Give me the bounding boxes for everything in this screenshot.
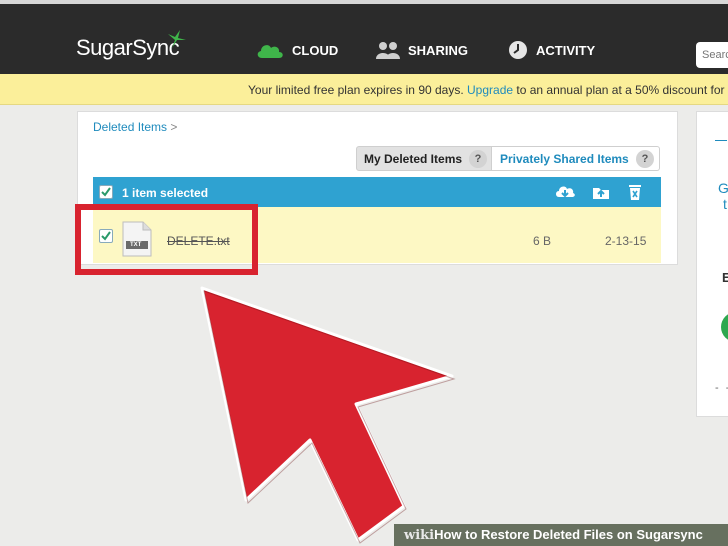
right-side-panel: G t E - - [696, 111, 728, 417]
file-size: 6 B [533, 234, 552, 248]
breadcrumb-separator: > [170, 120, 178, 134]
upgrade-link[interactable]: Upgrade [467, 83, 513, 97]
nav-cloud[interactable]: CLOUD [256, 40, 338, 60]
selection-toolbar: 1 item selected [93, 177, 661, 207]
search-input[interactable] [696, 42, 728, 68]
watermark-how: How [434, 527, 462, 542]
breadcrumb-deleted-items[interactable]: Deleted Items [93, 120, 167, 134]
side-heading-fragment: G [718, 180, 728, 196]
red-highlight-box [75, 204, 258, 275]
selection-count-label: 1 item selected [122, 186, 209, 200]
delete-forever-icon[interactable] [625, 183, 645, 201]
nav-activity[interactable]: ACTIVITY [508, 40, 595, 60]
banner-text-before: Your limited free plan expires in 90 day… [248, 83, 468, 97]
people-icon [376, 42, 400, 59]
tab-privately-shared-items-label: Privately Shared Items [500, 151, 629, 166]
file-date: 2-13-15 [605, 234, 647, 248]
side-text-fragment: E [722, 270, 728, 285]
restore-folder-icon[interactable] [591, 183, 611, 201]
plan-expiry-banner: Your limited free plan expires in 90 day… [0, 74, 728, 105]
watermark-wiki: wiki [404, 528, 435, 543]
top-navigation-bar: SugarSync CLOUD SHARING ACTIVITY [0, 0, 728, 74]
banner-text-after: to an annual plan at a 50% discount for … [516, 83, 728, 97]
hummingbird-logo-icon [168, 30, 186, 48]
watermark-title: to Restore Deleted Files on Sugarsync [461, 527, 703, 542]
wikihow-watermark: wikiHow to Restore Deleted Files on Suga… [394, 524, 728, 546]
checkmark-icon [101, 187, 111, 197]
sugarsync-logo[interactable]: SugarSync [76, 35, 180, 61]
help-icon[interactable]: ? [469, 150, 487, 168]
tab-my-deleted-items-label: My Deleted Items [364, 151, 463, 166]
breadcrumb[interactable]: Deleted Items > [93, 120, 177, 134]
help-icon[interactable]: ? [636, 150, 654, 168]
restore-download-icon[interactable] [555, 183, 575, 201]
nav-cloud-label: CLOUD [292, 42, 339, 58]
tab-my-deleted-items[interactable]: My Deleted Items ? [356, 146, 492, 171]
cloud-icon [257, 45, 283, 58]
side-divider [715, 140, 727, 141]
tab-privately-shared-items[interactable]: Privately Shared Items ? [492, 146, 660, 171]
side-dashes: - - [715, 382, 728, 394]
select-all-checkbox[interactable] [99, 185, 113, 199]
nav-activity-label: ACTIVITY [536, 42, 596, 58]
clock-icon [509, 41, 527, 59]
nav-sharing-label: SHARING [408, 42, 468, 58]
green-action-button[interactable] [721, 312, 728, 342]
red-pointer-arrow [200, 286, 456, 544]
nav-sharing[interactable]: SHARING [376, 40, 468, 60]
side-heading-fragment-2: t [723, 196, 727, 212]
